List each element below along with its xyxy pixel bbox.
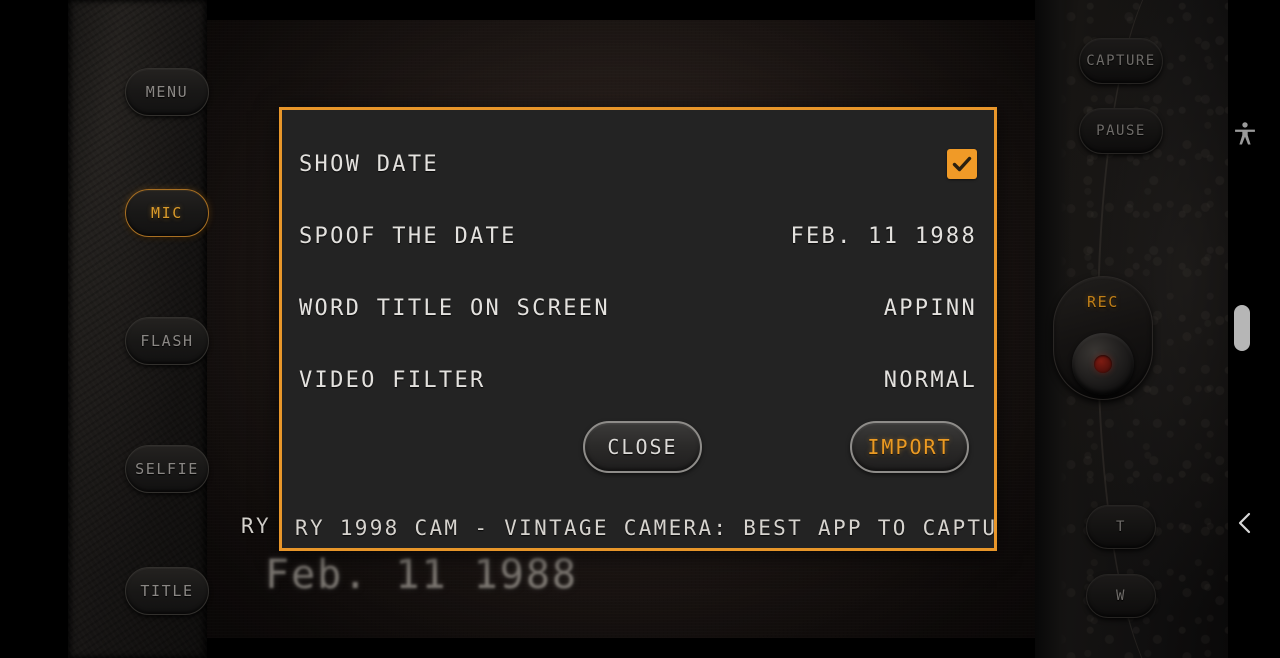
flash-button[interactable]: FLASH	[125, 317, 209, 365]
title-button[interactable]: TITLE	[125, 567, 209, 615]
capture-button[interactable]: CAPTURE	[1079, 38, 1163, 84]
letterbox-top	[207, 0, 1035, 20]
rec-label: REC	[1087, 293, 1119, 311]
left-control-panel: MENU MIC FLASH SELFIE TITLE	[68, 0, 209, 658]
viewfinder-date-overlay: Feb. 11 1988	[265, 552, 578, 598]
dialog-bottom-marquee: RY 1998 CAM - VINTAGE CAMERA: BEST APP T…	[282, 505, 994, 548]
row-spoof-the-date-label: SPOOF THE DATE	[299, 223, 517, 249]
row-word-title-on-screen-value[interactable]: APPINN	[884, 296, 977, 321]
row-spoof-the-date[interactable]: SPOOF THE DATE FEB. 11 1988	[299, 219, 977, 253]
zoom-wide-button[interactable]: W	[1086, 574, 1156, 618]
dialog-button-bar: CLOSE IMPORT	[282, 421, 994, 501]
letterbox-bottom	[207, 638, 1035, 658]
camera-app-screen: MENU MIC FLASH SELFIE TITLE RY 1998 CAM …	[0, 0, 1280, 658]
chevron-left-icon[interactable]	[1234, 510, 1256, 536]
check-icon	[952, 156, 972, 172]
zoom-tele-button[interactable]: T	[1086, 505, 1156, 549]
menu-button[interactable]: MENU	[125, 68, 209, 116]
vertical-scrollbar-thumb[interactable]	[1234, 305, 1250, 351]
record-shutter-button[interactable]	[1072, 333, 1134, 395]
pause-button[interactable]: PAUSE	[1079, 108, 1163, 154]
dialog-bottom-marquee-text: RY 1998 CAM - VINTAGE CAMERA: BEST APP T…	[295, 515, 994, 540]
row-word-title-on-screen-label: WORD TITLE ON SCREEN	[299, 295, 610, 321]
row-video-filter-label: VIDEO FILTER	[299, 367, 486, 393]
record-dot-icon	[1094, 355, 1112, 373]
row-word-title-on-screen[interactable]: WORD TITLE ON SCREEN APPINN	[299, 291, 977, 325]
row-show-date-label: SHOW DATE	[299, 151, 439, 177]
import-button[interactable]: IMPORT	[850, 421, 969, 473]
row-spoof-the-date-value[interactable]: FEB. 11 1988	[790, 224, 977, 249]
accessibility-icon[interactable]	[1231, 120, 1259, 148]
settings-dialog: SHOW DATE SPOOF THE DATE FEB. 11 1988 WO…	[279, 107, 997, 551]
row-video-filter[interactable]: VIDEO FILTER NORMAL	[299, 363, 977, 397]
selfie-button[interactable]: SELFIE	[125, 445, 209, 493]
row-video-filter-value[interactable]: NORMAL	[884, 368, 977, 393]
mic-button[interactable]: MIC	[125, 189, 209, 237]
row-show-date[interactable]: SHOW DATE	[299, 147, 977, 181]
close-button[interactable]: CLOSE	[583, 421, 702, 473]
record-housing: REC	[1053, 276, 1153, 400]
show-date-checkbox[interactable]	[947, 149, 977, 179]
